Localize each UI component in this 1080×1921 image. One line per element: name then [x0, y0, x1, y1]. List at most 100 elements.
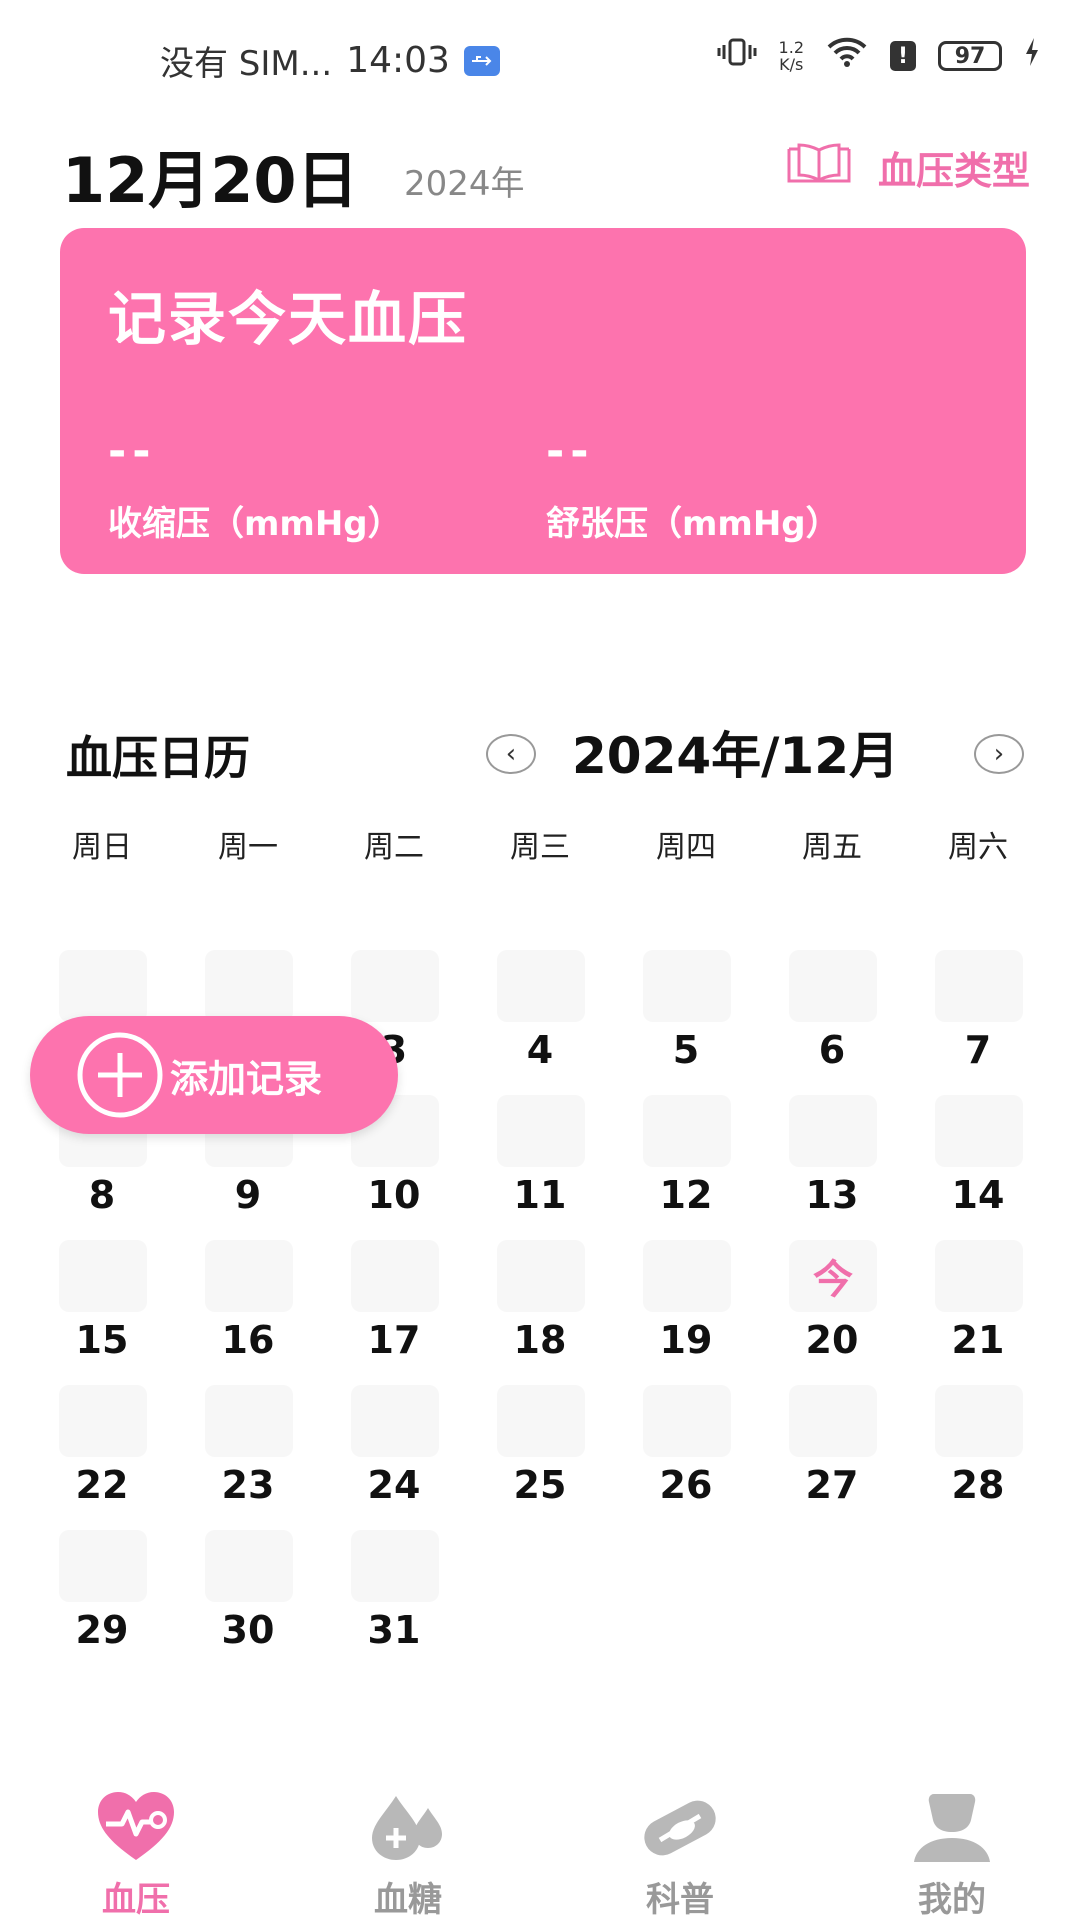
current-year: 2024年: [404, 164, 525, 204]
day-record-slot: [59, 950, 147, 1022]
day-record-slot: [59, 1385, 147, 1457]
charging-icon: [1024, 37, 1040, 75]
day-number: 15: [75, 1318, 129, 1362]
blood-drops-icon: [372, 1796, 442, 1860]
chevron-left-icon: ‹: [505, 739, 517, 769]
day-number: 21: [951, 1318, 1005, 1362]
day-number: 18: [513, 1318, 567, 1362]
nav-item-bp[interactable]: 血压: [36, 1790, 236, 1921]
calendar-month: 2024年/12月: [572, 727, 900, 785]
calendar-day[interactable]: 12: [613, 1095, 759, 1235]
weekday-label: 周四: [656, 830, 716, 865]
calendar-day[interactable]: 16: [175, 1240, 321, 1380]
day-number: 10: [367, 1173, 421, 1217]
calendar-day[interactable]: 30: [175, 1530, 321, 1670]
day-record-slot: [497, 1240, 585, 1312]
calendar-day[interactable]: 18: [467, 1240, 613, 1380]
day-number: 31: [367, 1608, 421, 1652]
calendar-day[interactable]: 13: [759, 1095, 905, 1235]
day-record-slot: [205, 950, 293, 1022]
nav-item-profile[interactable]: 我的: [852, 1790, 1052, 1921]
day-number: 24: [367, 1463, 421, 1507]
day-record-slot: [789, 950, 877, 1022]
calendar-day[interactable]: 今 20: [759, 1240, 905, 1380]
calendar-day[interactable]: 29: [29, 1530, 175, 1670]
plus-circle-icon: [77, 1032, 163, 1118]
calendar-day[interactable]: 23: [175, 1385, 321, 1525]
today-marker: 今: [789, 1240, 877, 1312]
day-record-slot: [643, 1095, 731, 1167]
calendar-day[interactable]: 6: [759, 950, 905, 1090]
day-number: 26: [659, 1463, 713, 1507]
day-number: 22: [75, 1463, 129, 1507]
weekday-label: 周五: [802, 830, 862, 865]
calendar-day[interactable]: 25: [467, 1385, 613, 1525]
status-bar: 没有 SIM... 14:03 1.2 K/s ! 97: [0, 0, 1080, 110]
day-number: 29: [75, 1608, 129, 1652]
calendar-day[interactable]: 28: [905, 1385, 1051, 1525]
day-number: 7: [964, 1028, 992, 1072]
day-number: 30: [221, 1608, 275, 1652]
nav-item-science[interactable]: 科普: [580, 1790, 780, 1921]
day-record-slot: [497, 950, 585, 1022]
calendar-day[interactable]: 15: [29, 1240, 175, 1380]
weekday-header: 周日 周一 周二 周三 周四 周五 周六: [0, 822, 1080, 865]
day-number: 25: [513, 1463, 567, 1507]
day-record-slot: [789, 1095, 877, 1167]
current-date: 12月20日: [62, 144, 359, 217]
day-record-slot: [351, 1240, 439, 1312]
alert-icon: !: [890, 41, 916, 71]
day-number: 17: [367, 1318, 421, 1362]
calendar-day[interactable]: 31: [321, 1530, 467, 1670]
day-record-slot: [205, 1240, 293, 1312]
chevron-right-icon: ›: [993, 739, 1005, 769]
day-record-slot: [643, 950, 731, 1022]
systolic-label: 收缩压（mmHg）: [108, 504, 402, 544]
status-right: 1.2 K/s ! 97: [717, 36, 1040, 76]
day-number: 4: [526, 1028, 554, 1072]
day-record-slot: [59, 1240, 147, 1312]
day-number: 19: [659, 1318, 713, 1362]
add-record-button[interactable]: 添加记录: [30, 1016, 398, 1134]
day-number: 20: [805, 1318, 859, 1362]
weekday-label: 周一: [218, 830, 278, 865]
calendar-day[interactable]: 4: [467, 950, 613, 1090]
add-record-label: 添加记录: [170, 1056, 323, 1101]
day-record-slot: [497, 1385, 585, 1457]
weekday-label: 周二: [364, 830, 424, 865]
usb-icon: [463, 45, 500, 76]
prev-month-button[interactable]: ‹: [486, 734, 536, 774]
calendar-day[interactable]: 14: [905, 1095, 1051, 1235]
next-month-button[interactable]: ›: [974, 734, 1024, 774]
calendar-day[interactable]: 27: [759, 1385, 905, 1525]
vibrate-icon: [717, 37, 757, 75]
bp-types-link[interactable]: 血压类型: [786, 140, 1030, 195]
weekday-label: 周日: [72, 830, 132, 865]
calendar-day[interactable]: 26: [613, 1385, 759, 1525]
day-record-slot: [935, 950, 1023, 1022]
calendar-day[interactable]: 11: [467, 1095, 613, 1235]
calendar-day[interactable]: 24: [321, 1385, 467, 1525]
calendar-day[interactable]: 21: [905, 1240, 1051, 1380]
calendar-day[interactable]: 22: [29, 1385, 175, 1525]
day-number: 9: [234, 1173, 262, 1217]
calendar-day[interactable]: 5: [613, 950, 759, 1090]
day-record-slot: [789, 1385, 877, 1457]
calendar-day[interactable]: 7: [905, 950, 1051, 1090]
day-record-slot: [643, 1385, 731, 1457]
capsule-icon: [644, 1800, 716, 1856]
bp-types-label: 血压类型: [877, 149, 1030, 193]
nav-label-science: 科普: [646, 1880, 714, 1920]
day-number: 13: [805, 1173, 859, 1217]
day-number: 8: [88, 1173, 116, 1217]
nav-item-glucose[interactable]: 血糖: [308, 1790, 508, 1921]
calendar-day[interactable]: 17: [321, 1240, 467, 1380]
day-record-slot: [205, 1530, 293, 1602]
calendar-day[interactable]: 19: [613, 1240, 759, 1380]
user-icon: [914, 1794, 990, 1862]
record-bp-card[interactable]: 记录今天血压 -- 收缩压（mmHg） -- 舒张压（mmHg）: [60, 228, 1026, 574]
day-number: 6: [818, 1028, 846, 1072]
day-record-slot: [935, 1240, 1023, 1312]
network-speed: 1.2 K/s: [779, 39, 804, 73]
day-record-slot: [935, 1095, 1023, 1167]
